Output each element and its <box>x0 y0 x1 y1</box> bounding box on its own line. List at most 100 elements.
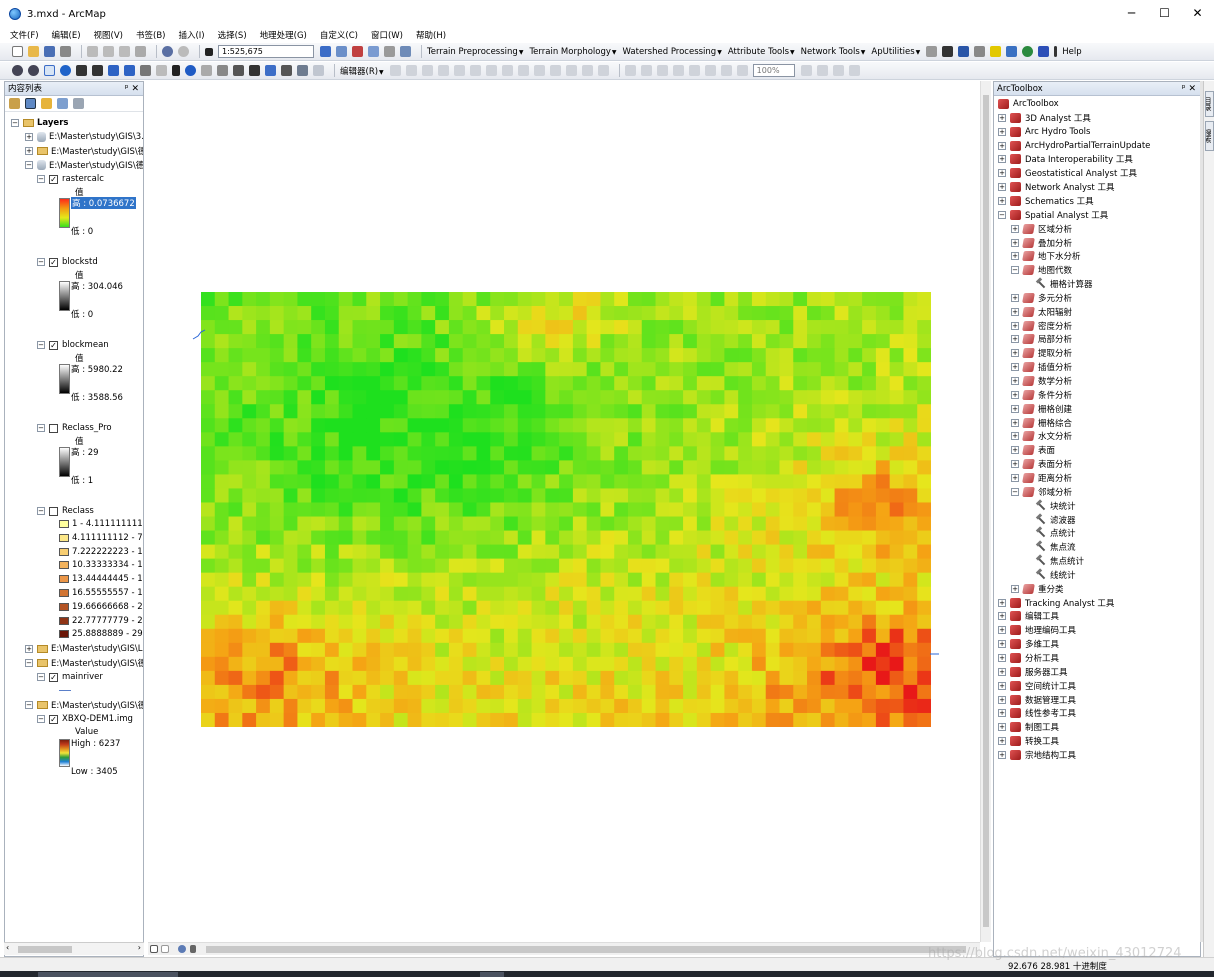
expand-icon[interactable]: + <box>998 723 1006 732</box>
layer-reclass[interactable]: − Reclass <box>37 505 94 517</box>
fixed-zoom-out-icon[interactable] <box>92 65 103 76</box>
layer-visibility-checkbox[interactable]: ✓ <box>49 672 58 682</box>
group-layer-2[interactable]: + E:\Master\study\GIS\德 <box>25 145 143 157</box>
menu-view[interactable]: 视图(V) <box>94 29 123 41</box>
flow-path-icon[interactable] <box>990 46 1002 57</box>
expand-icon[interactable]: + <box>1011 238 1019 247</box>
toolbox-item[interactable]: + Tracking Analyst 工具 <box>998 597 1114 609</box>
select-features-icon[interactable] <box>140 65 151 76</box>
point-tool-icon[interactable] <box>958 46 970 57</box>
redo-icon[interactable] <box>178 46 189 57</box>
expand-icon[interactable]: + <box>1011 335 1019 344</box>
edit-tool-icon[interactable] <box>389 65 401 76</box>
expand-icon[interactable]: + <box>998 196 1006 205</box>
menu-windows[interactable]: 窗口(W) <box>371 29 403 41</box>
expand-icon[interactable]: + <box>998 127 1006 136</box>
toolset-item[interactable]: + 表面分析 <box>1011 458 1072 470</box>
map-horizontal-scrollbar[interactable] <box>148 942 980 955</box>
tool-item[interactable]: 焦点统计 <box>1024 555 1084 567</box>
save-icon[interactable] <box>44 46 55 57</box>
layer-blockmean[interactable]: − ✓ blockmean <box>37 339 109 351</box>
cut-icon[interactable] <box>87 46 98 57</box>
expand-icon[interactable]: + <box>998 750 1006 759</box>
toolbox-item[interactable]: + 宗地结构工具 <box>998 749 1076 761</box>
straight-segment-icon[interactable] <box>421 65 433 76</box>
expand-icon[interactable]: + <box>998 598 1006 607</box>
catalog-tab[interactable]: 目录 <box>1205 91 1214 117</box>
list-by-visibility-icon[interactable] <box>41 98 52 109</box>
attributes-icon[interactable] <box>565 65 577 76</box>
expand-icon[interactable]: + <box>998 695 1006 704</box>
toggle-draft-icon[interactable] <box>800 65 812 76</box>
expand-icon[interactable]: + <box>1011 321 1019 330</box>
editor-menu[interactable]: 编辑器(R)▼ <box>340 65 384 77</box>
toolset-item[interactable]: + 距离分析 <box>1011 472 1072 484</box>
group-layer-5[interactable]: − E:\Master\study\GIS\德 <box>25 657 143 669</box>
html-popup-icon[interactable] <box>217 65 228 76</box>
menu-customize[interactable]: 自定义(C) <box>320 29 358 41</box>
layer-visibility-checkbox[interactable]: ✓ <box>49 340 58 350</box>
expand-icon[interactable]: + <box>998 183 1006 192</box>
toolbox-item[interactable]: + 分析工具 <box>998 652 1059 664</box>
search-tab[interactable]: 搜索 <box>1205 121 1214 151</box>
measure-icon[interactable] <box>233 65 244 76</box>
layout-fixed-in-icon[interactable] <box>704 65 716 76</box>
tool-item[interactable]: 焦点流 <box>1024 541 1076 553</box>
open-folder-icon[interactable] <box>28 46 39 57</box>
layers-root[interactable]: − Layers <box>11 117 68 129</box>
pen-tool-icon[interactable] <box>942 46 954 57</box>
expand-icon[interactable]: + <box>998 626 1006 635</box>
tool-item[interactable]: 栅格计算器 <box>1024 278 1093 290</box>
add-data-icon[interactable] <box>205 47 213 56</box>
toolbox-item[interactable]: + 空间统计工具 <box>998 680 1076 692</box>
trace-icon[interactable] <box>453 65 465 76</box>
editor-toolbar-icon[interactable] <box>320 46 331 57</box>
model-builder-icon[interactable] <box>400 46 411 57</box>
reshape-icon[interactable] <box>501 65 513 76</box>
menu-aputilities[interactable]: ApUtilities▼ <box>871 47 920 57</box>
undo-icon[interactable] <box>162 46 173 57</box>
menu-watershed-processing[interactable]: Watershed Processing▼ <box>623 47 722 57</box>
menu-bookmarks[interactable]: 书签(B) <box>136 29 165 41</box>
expand-icon[interactable]: + <box>1011 377 1019 385</box>
zoom-in-icon[interactable] <box>12 65 23 76</box>
data-view-icon[interactable] <box>150 945 158 953</box>
scroll-left-arrow-icon[interactable]: ‹ <box>6 943 9 952</box>
toolset-item[interactable]: + 条件分析 <box>1011 389 1072 401</box>
crosshair-icon[interactable] <box>974 46 986 57</box>
full-extent-icon[interactable] <box>60 65 71 76</box>
layer-reclass-pro[interactable]: − Reclass_Pro <box>37 422 112 434</box>
expand-icon[interactable]: + <box>1011 446 1019 455</box>
pan-icon[interactable] <box>44 65 55 76</box>
layer-mainriver[interactable]: − ✓ mainriver <box>37 671 103 683</box>
maximize-button[interactable]: ☐ <box>1148 0 1181 28</box>
expand-icon[interactable]: + <box>998 667 1006 676</box>
find-route-icon[interactable] <box>265 65 276 76</box>
layer-visibility-checkbox[interactable]: ✓ <box>49 257 58 267</box>
expand-icon[interactable]: + <box>1011 293 1019 302</box>
layer-visibility-checkbox[interactable] <box>49 506 58 516</box>
expand-icon[interactable]: + <box>1011 224 1019 233</box>
map-view[interactable] <box>148 81 980 942</box>
layout-pan-icon[interactable] <box>656 65 668 76</box>
toolset-item[interactable]: + 地下水分析 <box>1011 250 1081 262</box>
tool-item[interactable]: 滤波器 <box>1024 514 1076 526</box>
toolbox-item[interactable]: + Arc Hydro Tools <box>998 126 1090 138</box>
expand-icon[interactable]: + <box>1011 349 1019 358</box>
hyperlink-icon[interactable] <box>201 65 212 76</box>
delete-icon[interactable] <box>135 46 146 57</box>
layout-view-icon[interactable] <box>161 945 169 953</box>
scroll-thumb[interactable] <box>18 946 72 953</box>
toolset-item[interactable]: + 多元分析 <box>1011 292 1072 304</box>
list-by-drawing-order-icon[interactable] <box>9 98 20 109</box>
collapse-icon[interactable]: − <box>1011 487 1019 496</box>
layer-visibility-checkbox[interactable]: ✓ <box>49 174 58 184</box>
collapse-icon[interactable]: − <box>1011 266 1019 275</box>
expand-icon[interactable]: + <box>998 640 1006 649</box>
layer-blockstd[interactable]: − ✓ blockstd <box>37 256 98 268</box>
expand-icon[interactable]: + <box>1011 404 1019 413</box>
toolbox-item[interactable]: + 编辑工具 <box>998 610 1059 622</box>
toolbox-item[interactable]: + 制图工具 <box>998 721 1059 733</box>
toolbox-item[interactable]: + Geostatistical Analyst 工具 <box>998 167 1137 179</box>
rotate-icon[interactable] <box>549 65 561 76</box>
